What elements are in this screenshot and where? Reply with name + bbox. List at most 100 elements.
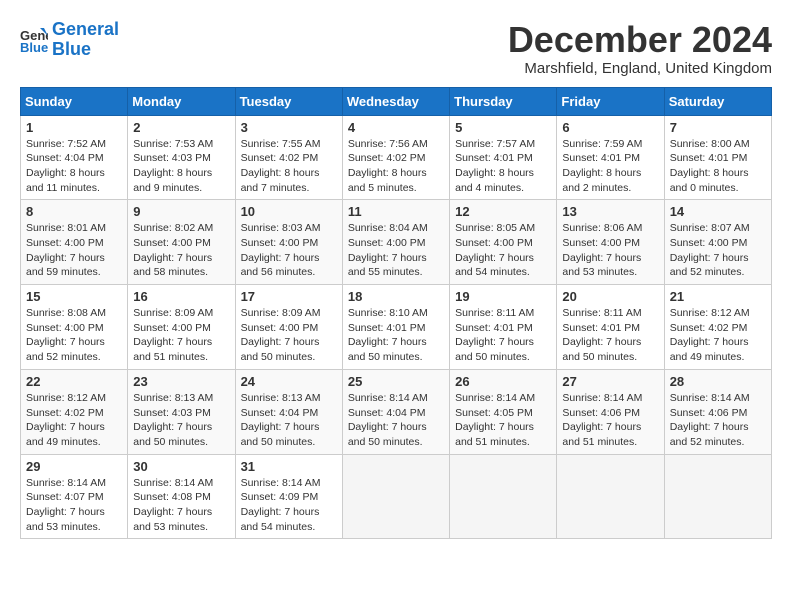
title-block: December 2024 Marshfield, England, Unite…: [508, 20, 772, 77]
month-title: December 2024: [508, 20, 772, 60]
calendar-cell: 18 Sunrise: 8:10 AM Sunset: 4:01 PM Dayli…: [342, 285, 449, 370]
weekday-header-wednesday: Wednesday: [342, 87, 449, 115]
day-info: Sunrise: 8:04 AM Sunset: 4:00 PM Dayligh…: [348, 221, 444, 280]
day-number: 14: [670, 204, 766, 219]
day-number: 29: [26, 459, 122, 474]
day-number: 19: [455, 289, 551, 304]
calendar-week-4: 22 Sunrise: 8:12 AM Sunset: 4:02 PM Dayli…: [21, 369, 772, 454]
calendar-cell: 7 Sunrise: 8:00 AM Sunset: 4:01 PM Daylig…: [664, 115, 771, 200]
day-info: Sunrise: 8:13 AM Sunset: 4:03 PM Dayligh…: [133, 391, 229, 450]
day-number: 30: [133, 459, 229, 474]
day-info: Sunrise: 8:06 AM Sunset: 4:00 PM Dayligh…: [562, 221, 658, 280]
day-number: 2: [133, 120, 229, 135]
day-number: 9: [133, 204, 229, 219]
calendar-cell: 27Sunrise: 8:14 AM Sunset: 4:06 PM Dayli…: [557, 369, 664, 454]
calendar-body: 1 Sunrise: 7:52 AM Sunset: 4:04 PM Daylig…: [21, 115, 772, 539]
day-info: Sunrise: 8:14 AM Sunset: 4:04 PM Dayligh…: [348, 391, 444, 450]
calendar-cell: 5 Sunrise: 7:57 AM Sunset: 4:01 PM Daylig…: [450, 115, 557, 200]
day-info: Sunrise: 7:59 AM Sunset: 4:01 PM Dayligh…: [562, 137, 658, 196]
day-number: 8: [26, 204, 122, 219]
weekday-header-sunday: Sunday: [21, 87, 128, 115]
day-info: Sunrise: 7:55 AM Sunset: 4:02 PM Dayligh…: [241, 137, 337, 196]
calendar-table: SundayMondayTuesdayWednesdayThursdayFrid…: [20, 87, 772, 540]
day-info: Sunrise: 8:03 AM Sunset: 4:00 PM Dayligh…: [241, 221, 337, 280]
calendar-cell: 14Sunrise: 8:07 AM Sunset: 4:00 PM Dayli…: [664, 200, 771, 285]
day-info: Sunrise: 8:09 AM Sunset: 4:00 PM Dayligh…: [241, 306, 337, 365]
calendar-cell: 20 Sunrise: 8:11 AM Sunset: 4:01 PM Dayli…: [557, 285, 664, 370]
weekday-header-saturday: Saturday: [664, 87, 771, 115]
weekday-header-friday: Friday: [557, 87, 664, 115]
day-number: 17: [241, 289, 337, 304]
day-info: Sunrise: 7:56 AM Sunset: 4:02 PM Dayligh…: [348, 137, 444, 196]
calendar-cell: 15 Sunrise: 8:08 AM Sunset: 4:00 PM Dayli…: [21, 285, 128, 370]
calendar-cell: 24 Sunrise: 8:13 AM Sunset: 4:04 PM Dayli…: [235, 369, 342, 454]
calendar-cell: 17 Sunrise: 8:09 AM Sunset: 4:00 PM Dayli…: [235, 285, 342, 370]
logo: General Blue General Blue: [20, 20, 119, 60]
day-number: 6: [562, 120, 658, 135]
calendar-cell: 10 Sunrise: 8:03 AM Sunset: 4:00 PM Dayli…: [235, 200, 342, 285]
day-number: 18: [348, 289, 444, 304]
day-number: 5: [455, 120, 551, 135]
calendar-cell: 9Sunrise: 8:02 AM Sunset: 4:00 PM Daylig…: [128, 200, 235, 285]
day-info: Sunrise: 8:08 AM Sunset: 4:00 PM Dayligh…: [26, 306, 122, 365]
calendar-week-3: 15 Sunrise: 8:08 AM Sunset: 4:00 PM Dayli…: [21, 285, 772, 370]
calendar-cell: 23 Sunrise: 8:13 AM Sunset: 4:03 PM Dayli…: [128, 369, 235, 454]
day-info: Sunrise: 8:12 AM Sunset: 4:02 PM Dayligh…: [670, 306, 766, 365]
day-number: 3: [241, 120, 337, 135]
day-number: 1: [26, 120, 122, 135]
calendar-cell: [450, 454, 557, 539]
calendar-cell: 22 Sunrise: 8:12 AM Sunset: 4:02 PM Dayli…: [21, 369, 128, 454]
calendar-cell: 26Sunrise: 8:14 AM Sunset: 4:05 PM Dayli…: [450, 369, 557, 454]
calendar-cell: 16 Sunrise: 8:09 AM Sunset: 4:00 PM Dayli…: [128, 285, 235, 370]
calendar-cell: 29 Sunrise: 8:14 AM Sunset: 4:07 PM Dayli…: [21, 454, 128, 539]
calendar-cell: 25Sunrise: 8:14 AM Sunset: 4:04 PM Dayli…: [342, 369, 449, 454]
svg-text:Blue: Blue: [20, 40, 48, 54]
day-number: 7: [670, 120, 766, 135]
calendar-cell: 4 Sunrise: 7:56 AM Sunset: 4:02 PM Daylig…: [342, 115, 449, 200]
calendar-cell: [557, 454, 664, 539]
weekday-header-tuesday: Tuesday: [235, 87, 342, 115]
day-info: Sunrise: 8:12 AM Sunset: 4:02 PM Dayligh…: [26, 391, 122, 450]
calendar-week-2: 8 Sunrise: 8:01 AM Sunset: 4:00 PM Daylig…: [21, 200, 772, 285]
day-number: 24: [241, 374, 337, 389]
day-number: 4: [348, 120, 444, 135]
day-info: Sunrise: 8:11 AM Sunset: 4:01 PM Dayligh…: [455, 306, 551, 365]
day-number: 20: [562, 289, 658, 304]
day-info: Sunrise: 7:57 AM Sunset: 4:01 PM Dayligh…: [455, 137, 551, 196]
calendar-week-5: 29 Sunrise: 8:14 AM Sunset: 4:07 PM Dayli…: [21, 454, 772, 539]
day-number: 10: [241, 204, 337, 219]
weekday-header-thursday: Thursday: [450, 87, 557, 115]
day-info: Sunrise: 8:14 AM Sunset: 4:08 PM Dayligh…: [133, 476, 229, 535]
calendar-cell: 1 Sunrise: 7:52 AM Sunset: 4:04 PM Daylig…: [21, 115, 128, 200]
calendar-cell: [664, 454, 771, 539]
day-info: Sunrise: 8:00 AM Sunset: 4:01 PM Dayligh…: [670, 137, 766, 196]
calendar-cell: 19 Sunrise: 8:11 AM Sunset: 4:01 PM Dayli…: [450, 285, 557, 370]
day-number: 22: [26, 374, 122, 389]
day-number: 26: [455, 374, 551, 389]
day-info: Sunrise: 8:09 AM Sunset: 4:00 PM Dayligh…: [133, 306, 229, 365]
day-info: Sunrise: 8:01 AM Sunset: 4:00 PM Dayligh…: [26, 221, 122, 280]
calendar-cell: 12Sunrise: 8:05 AM Sunset: 4:00 PM Dayli…: [450, 200, 557, 285]
calendar-cell: 3 Sunrise: 7:55 AM Sunset: 4:02 PM Daylig…: [235, 115, 342, 200]
calendar-cell: 6 Sunrise: 7:59 AM Sunset: 4:01 PM Daylig…: [557, 115, 664, 200]
day-info: Sunrise: 7:52 AM Sunset: 4:04 PM Dayligh…: [26, 137, 122, 196]
day-info: Sunrise: 8:14 AM Sunset: 4:06 PM Dayligh…: [670, 391, 766, 450]
calendar-cell: 31Sunrise: 8:14 AM Sunset: 4:09 PM Dayli…: [235, 454, 342, 539]
calendar-cell: 30 Sunrise: 8:14 AM Sunset: 4:08 PM Dayli…: [128, 454, 235, 539]
logo-icon: General Blue: [20, 26, 48, 54]
calendar-week-1: 1 Sunrise: 7:52 AM Sunset: 4:04 PM Daylig…: [21, 115, 772, 200]
day-info: Sunrise: 8:14 AM Sunset: 4:07 PM Dayligh…: [26, 476, 122, 535]
calendar-cell: 21Sunrise: 8:12 AM Sunset: 4:02 PM Dayli…: [664, 285, 771, 370]
day-number: 23: [133, 374, 229, 389]
day-info: Sunrise: 8:10 AM Sunset: 4:01 PM Dayligh…: [348, 306, 444, 365]
day-number: 15: [26, 289, 122, 304]
calendar-cell: 11Sunrise: 8:04 AM Sunset: 4:00 PM Dayli…: [342, 200, 449, 285]
day-info: Sunrise: 8:13 AM Sunset: 4:04 PM Dayligh…: [241, 391, 337, 450]
day-number: 28: [670, 374, 766, 389]
day-number: 27: [562, 374, 658, 389]
calendar-cell: 13Sunrise: 8:06 AM Sunset: 4:00 PM Dayli…: [557, 200, 664, 285]
day-number: 31: [241, 459, 337, 474]
calendar-cell: 8 Sunrise: 8:01 AM Sunset: 4:00 PM Daylig…: [21, 200, 128, 285]
day-number: 16: [133, 289, 229, 304]
day-info: Sunrise: 8:11 AM Sunset: 4:01 PM Dayligh…: [562, 306, 658, 365]
